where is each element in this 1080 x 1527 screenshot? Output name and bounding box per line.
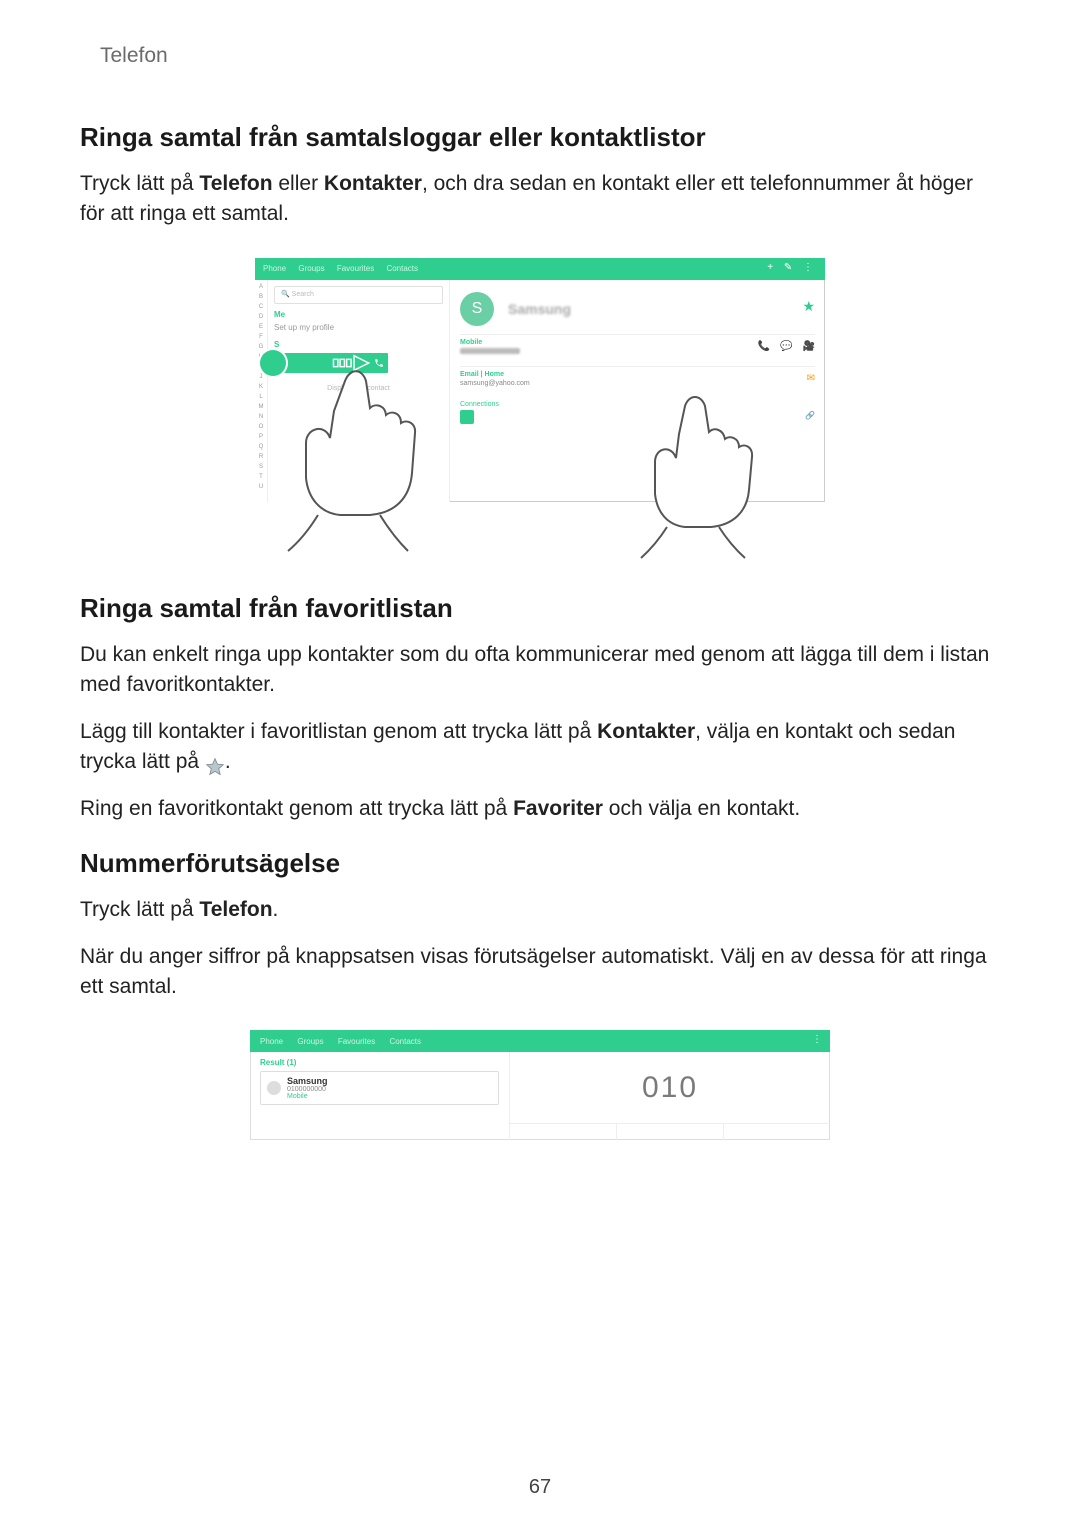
tab-contacts[interactable]: Contacts [389,1037,421,1046]
tab-contacts[interactable]: Contacts [386,264,418,273]
prediction-card[interactable]: Samsung 0100000000 Mobile [260,1071,499,1105]
tab-phone[interactable]: Phone [263,264,286,273]
contact-row-swipe[interactable] [274,353,443,373]
paragraph-s2p1: Du kan enkelt ringa upp kontakter som du… [80,640,1000,701]
paragraph-s2p3: Ring en favoritkontakt genom att trycka … [80,794,1000,824]
star-icon [205,756,225,776]
text-frag: Tryck lätt på [80,898,199,921]
text-frag: Tryck lätt på [80,172,199,195]
prediction-name: Samsung [287,1076,328,1086]
search-placeholder: Search [292,291,314,298]
heading-number-prediction: Nummerförutsägelse [80,848,1000,879]
dialed-number: 010 [510,1052,830,1123]
edit-icon[interactable]: ✎ [784,262,796,273]
connection-avatar [460,410,474,424]
text-frag: och välja en kontakt. [603,797,800,820]
heading-call-from-logs: Ringa samtal från samtalsloggar eller ko… [80,122,1000,153]
text-frag: . [225,750,231,773]
sms-icon[interactable]: 💬 [780,341,792,352]
tab-favourites[interactable]: Favourites [337,264,374,273]
paragraph-s3p2: När du anger siffror på knappsatsen visa… [80,942,1000,1003]
tab-groups[interactable]: Groups [297,1037,323,1046]
displaying-count: Displaying 1 contact [274,385,443,392]
breadcrumb: Telefon [100,44,1000,68]
figure-number-prediction: Phone Groups Favourites Contacts ⋮ Resul… [80,1030,1000,1140]
me-label: Me [274,310,443,319]
app-top-bar: Phone Groups Favourites Contacts + ✎ ⋮ [255,258,825,280]
alpha-index[interactable]: ABCDEFGHIJKLMNOPQRSTU [255,280,268,502]
search-input[interactable]: 🔍 Search [274,286,443,304]
email-label: Email | Home [460,371,815,378]
swipe-right-arrow-icon [332,354,376,374]
favourite-star-icon[interactable]: ★ [802,298,815,315]
prediction-tag: Mobile [287,1093,328,1100]
page-number: 67 [0,1476,1080,1499]
more-icon[interactable]: ⋮ [812,1034,822,1045]
tab-phone[interactable]: Phone [260,1037,283,1046]
paragraph-s1p1: Tryck lätt på Telefon eller Kontakter, o… [80,169,1000,230]
phone-number-blurred [460,348,520,354]
detail-avatar: S [460,292,494,326]
paragraph-s3p1: Tryck lätt på Telefon. [80,895,1000,925]
link-icon[interactable]: 🔗 [805,411,815,420]
keypad-row [510,1123,830,1140]
text-frag: Ring en favoritkontakt genom att trycka … [80,797,513,820]
prediction-avatar [267,1081,281,1095]
video-call-icon[interactable]: 🎥 [803,341,815,352]
prediction-number: 0100000000 [287,1086,328,1093]
illustration-contacts-swipe: Phone Groups Favourites Contacts + ✎ ⋮ A… [255,258,825,553]
contact-avatar [260,350,286,376]
email-value: samsung@yahoo.com [460,380,815,387]
add-icon[interactable]: + [767,262,777,273]
tab-favourites[interactable]: Favourites [338,1037,375,1046]
setup-profile-link[interactable]: Set up my profile [274,323,443,332]
text-frag: eller [273,172,324,195]
bold-telefon: Telefon [199,898,272,921]
heading-call-from-favourites: Ringa samtal från favoritlistan [80,593,1000,624]
connections-label: Connections [460,401,815,408]
bold-favoriter: Favoriter [513,797,603,820]
text-frag: Lägg till kontakter i favoritlistan geno… [80,720,597,743]
bold-kontakter: Kontakter [597,720,695,743]
bold-kontakter: Kontakter [324,172,422,195]
app-top-bar: Phone Groups Favourites Contacts ⋮ [250,1030,830,1052]
more-icon[interactable]: ⋮ [803,262,817,273]
detail-name: Samsung [508,301,571,317]
illustration-dialer-prediction: Phone Groups Favourites Contacts ⋮ Resul… [250,1030,830,1140]
text-frag: . [273,898,279,921]
result-header: Result (1) [260,1058,499,1067]
email-icon[interactable]: ✉ [807,373,815,384]
figure-swipe-to-call: Phone Groups Favourites Contacts + ✎ ⋮ A… [80,258,1000,553]
paragraph-s2p2: Lägg till kontakter i favoritlistan geno… [80,717,1000,778]
call-icon[interactable]: 📞 [758,341,770,352]
bold-telefon: Telefon [199,172,272,195]
tab-groups[interactable]: Groups [298,264,324,273]
section-letter: S [274,340,443,349]
